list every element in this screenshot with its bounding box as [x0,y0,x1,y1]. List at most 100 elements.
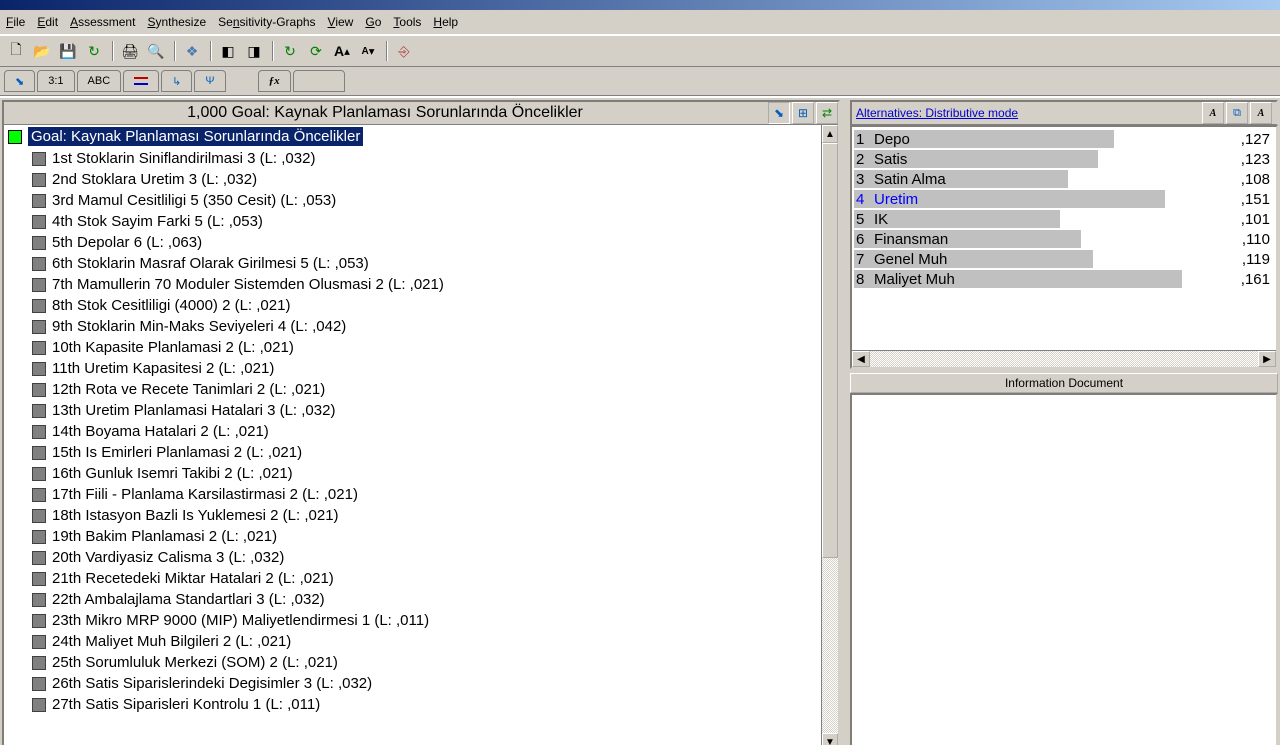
save-icon[interactable]: 💾 [56,39,80,63]
tab-ratio[interactable]: 3:1 [37,70,74,92]
alternatives-body: 1Depo,1272Satis,1233Satin Alma,1084Ureti… [850,125,1278,369]
tree-item[interactable]: 10th Kapasite Planlamasi 2 (L: ,021) [8,337,834,358]
tree-item-label: 8th Stok Cesitliligi (4000) 2 (L: ,021) [52,297,290,314]
alt-btn2[interactable]: ⧉ [1226,102,1248,124]
menu-go[interactable]: Go [365,15,381,29]
tree-item[interactable]: 21th Recetedeki Miktar Hatalari 2 (L: ,0… [8,568,834,589]
title-bar [0,0,1280,10]
tree-item[interactable]: 7th Mamullerin 70 Moduler Sistemden Olus… [8,274,834,295]
header-btn3[interactable]: ⇄ [816,102,838,124]
tree-item[interactable]: 23th Mikro MRP 9000 (MIP) Maliyetlendirm… [8,610,834,631]
font-small-icon[interactable]: A▾ [356,39,380,63]
new-icon[interactable]: 🗋 [4,39,28,63]
tree-item[interactable]: 8th Stok Cesitliligi (4000) 2 (L: ,021) [8,295,834,316]
menu-assessment[interactable]: Assessment [70,15,135,29]
splitter[interactable] [842,98,848,745]
tab-blank[interactable] [293,70,345,92]
tree-item[interactable]: 17th Fiili - Planlama Karsilastirmasi 2 … [8,484,834,505]
tree-item[interactable]: 12th Rota ve Recete Tanimlari 2 (L: ,021… [8,379,834,400]
node-box-icon [32,236,46,250]
node-box-icon [32,698,46,712]
tab-arrow-icon[interactable]: ↳ [161,70,192,92]
tree-item[interactable]: 9th Stoklarin Min-Maks Seviyeleri 4 (L: … [8,316,834,337]
open-icon[interactable]: 📂 [30,39,54,63]
node-box-icon [32,446,46,460]
alternatives-mode-link[interactable]: Alternatives: Distributive mode [856,106,1200,120]
menu-edit[interactable]: Edit [37,15,58,29]
tree-item-label: 13th Uretim Planlamasi Hatalari 3 (L: ,0… [52,402,335,419]
alternative-row[interactable]: 7Genel Muh,119 [854,249,1274,269]
tab-psi-icon[interactable]: Ψ [194,70,225,92]
alt-name: Depo [874,131,1241,148]
scroll-left-icon[interactable]: ◀ [852,351,870,367]
menu-help[interactable]: Help [433,15,458,29]
menu-view[interactable]: View [328,15,354,29]
tree-item-label: 11th Uretim Kapasitesi 2 (L: ,021) [52,360,274,377]
alt-index: 1 [854,131,874,148]
tree-item-label: 2nd Stoklara Uretim 3 (L: ,032) [52,171,257,188]
menu-synthesize[interactable]: Synthesize [147,15,206,29]
alt-value: ,161 [1241,271,1274,288]
tree-item-label: 23th Mikro MRP 9000 (MIP) Maliyetlendirm… [52,612,429,629]
header-btn1[interactable]: ⬊ [768,102,790,124]
tree-item[interactable]: 13th Uretim Planlamasi Hatalari 3 (L: ,0… [8,400,834,421]
alternative-row[interactable]: 2Satis,123 [854,149,1274,169]
alt-index: 4 [854,191,874,208]
tab-abc[interactable]: ABC [77,70,122,92]
tab-bars-icon[interactable] [123,70,159,92]
tree-item[interactable]: 15th Is Emirleri Planlamasi 2 (L: ,021) [8,442,834,463]
scroll-right-icon[interactable]: ▶ [1258,351,1276,367]
header-btn2[interactable]: ⊞ [792,102,814,124]
tree-item[interactable]: 5th Depolar 6 (L: ,063) [8,232,834,253]
tool4-icon[interactable]: ⎆ [392,39,416,63]
tree-item[interactable]: 14th Boyama Hatalari 2 (L: ,021) [8,421,834,442]
tree-item[interactable]: 18th Istasyon Bazli Is Yuklemesi 2 (L: ,… [8,505,834,526]
alt-index: 2 [854,151,874,168]
alternative-row[interactable]: 5IK,101 [854,209,1274,229]
alternative-row[interactable]: 8Maliyet Muh,161 [854,269,1274,289]
tree-item[interactable]: 22th Ambalajlama Standartlari 3 (L: ,032… [8,589,834,610]
tab-fx[interactable]: ƒx [258,70,291,92]
alternative-row[interactable]: 4Uretim,151 [854,189,1274,209]
tree-item[interactable]: 26th Satis Siparislerindeki Degisimler 3… [8,673,834,694]
node-box-icon [32,425,46,439]
cycle2-icon[interactable]: ⟳ [304,39,328,63]
scroll-down-icon[interactable]: ▼ [822,733,838,745]
tree-item[interactable]: 6th Stoklarin Masraf Olarak Girilmesi 5 … [8,253,834,274]
preview-icon[interactable]: 🔍 [144,39,168,63]
tree-item[interactable]: 27th Satis Siparisleri Kontrolu 1 (L: ,0… [8,694,834,715]
alternative-row[interactable]: 6Finansman,110 [854,229,1274,249]
tool3-icon[interactable]: ◨ [242,39,266,63]
tree-item[interactable]: 11th Uretim Kapasitesi 2 (L: ,021) [8,358,834,379]
font-big-icon[interactable]: A▴ [330,39,354,63]
refresh-icon[interactable]: ↻ [82,39,106,63]
alternative-row[interactable]: 3Satin Alma,108 [854,169,1274,189]
tool2-icon[interactable]: ◧ [216,39,240,63]
tree-item[interactable]: 25th Sorumluluk Merkezi (SOM) 2 (L: ,021… [8,652,834,673]
horizontal-scrollbar[interactable]: ◀ ▶ [852,350,1276,367]
tree-item[interactable]: 2nd Stoklara Uretim 3 (L: ,032) [8,169,834,190]
tree-item[interactable]: 4th Stok Sayim Farki 5 (L: ,053) [8,211,834,232]
alt-btn3[interactable]: A [1250,102,1272,124]
menu-sensitivity[interactable]: Sensitivity-Graphs [218,15,315,29]
tree-item[interactable]: 20th Vardiyasiz Calisma 3 (L: ,032) [8,547,834,568]
menu-file[interactable]: File [6,15,25,29]
scroll-up-icon[interactable]: ▲ [822,125,838,143]
tree-item-label: 12th Rota ve Recete Tanimlari 2 (L: ,021… [52,381,325,398]
tree-root-node[interactable]: Goal: Kaynak Planlaması Sorunlarında Önc… [8,127,834,146]
tab-tree-icon[interactable]: ⬊ [4,70,35,92]
menu-tools[interactable]: Tools [393,15,421,29]
tool1-icon[interactable]: ❖ [180,39,204,63]
tree-item-label: 26th Satis Siparislerindeki Degisimler 3… [52,675,372,692]
tree-item[interactable]: 16th Gunluk Isemri Takibi 2 (L: ,021) [8,463,834,484]
tree-item[interactable]: 24th Maliyet Muh Bilgileri 2 (L: ,021) [8,631,834,652]
tree-item[interactable]: 1st Stoklarin Siniflandirilmasi 3 (L: ,0… [8,148,834,169]
scroll-thumb[interactable] [822,143,838,558]
print-icon[interactable]: 🖨 [118,39,142,63]
tree-item[interactable]: 19th Bakim Planlamasi 2 (L: ,021) [8,526,834,547]
vertical-scrollbar[interactable]: ▲ ▼ [821,125,838,745]
tree-item[interactable]: 3rd Mamul Cesitliligi 5 (350 Cesit) (L: … [8,190,834,211]
alt-btn1[interactable]: A [1202,102,1224,124]
cycle1-icon[interactable]: ↻ [278,39,302,63]
alternative-row[interactable]: 1Depo,127 [854,129,1274,149]
